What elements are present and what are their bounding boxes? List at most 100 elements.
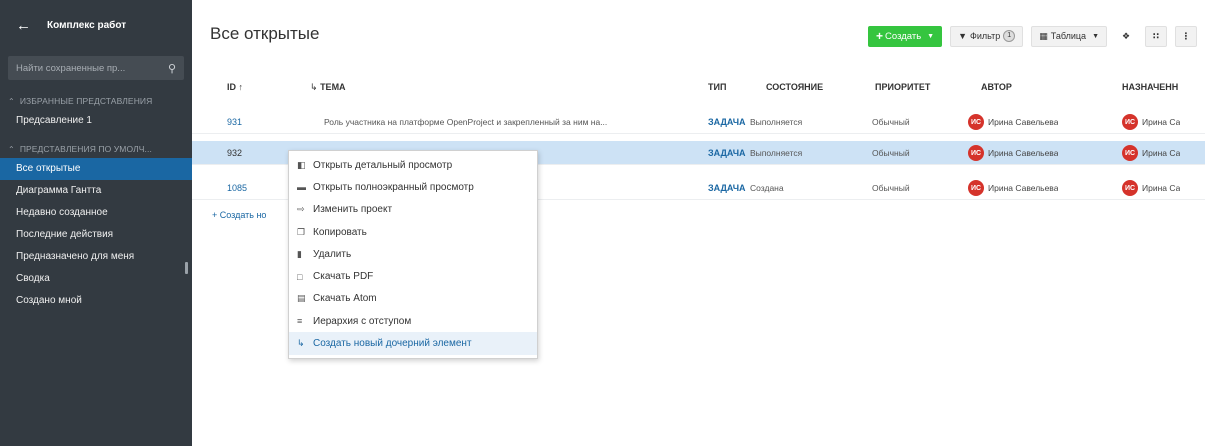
menu-item-label: Открыть полноэкранный просмотр bbox=[313, 181, 474, 193]
avatar: ИС bbox=[968, 180, 984, 196]
sidebar-item-all-open[interactable]: Все открытые bbox=[0, 158, 192, 180]
avatar: ИС bbox=[1122, 114, 1138, 130]
hierarchy-icon: ↳ bbox=[310, 82, 318, 92]
view-mode-button[interactable]: ▦ Таблица ▼ bbox=[1031, 25, 1107, 47]
indent-icon: ≡ bbox=[297, 316, 303, 327]
column-header-status[interactable]: Состояние bbox=[766, 82, 823, 92]
avatar: ИС bbox=[968, 114, 984, 130]
create-button[interactable]: + Создать ▼ bbox=[868, 25, 943, 47]
menu-item-add-child[interactable]: ↳ Создать новый дочерний элемент bbox=[289, 332, 537, 355]
row-assignee[interactable]: ИС Ирина Са bbox=[1122, 180, 1180, 196]
atom-file-icon: ▤ bbox=[297, 293, 306, 304]
column-id-label: ID bbox=[227, 82, 236, 92]
menu-item-label: Копировать bbox=[313, 226, 367, 238]
row-priority[interactable]: Обычный bbox=[872, 117, 910, 127]
menu-item-label: Удалить bbox=[313, 248, 352, 260]
menu-item-move-project[interactable]: ⇨ Изменить проект bbox=[289, 199, 537, 221]
menu-item-download-pdf[interactable]: □ Скачать PDF bbox=[289, 265, 537, 287]
move-icon: ⇨ bbox=[297, 204, 305, 215]
table-row[interactable]: 931 Роль участника на платформе OpenProj… bbox=[192, 110, 1205, 134]
column-header-subject[interactable]: ↳ Тема bbox=[310, 82, 346, 93]
filter-count-badge: 1 bbox=[1003, 30, 1016, 42]
menu-item-copy[interactable]: ❐ Копировать bbox=[289, 221, 537, 243]
row-id[interactable]: 932 bbox=[227, 148, 242, 158]
info-icon: ❖ bbox=[1121, 30, 1131, 41]
menu-item-open-fullscreen[interactable]: ▬ Открыть полноэкранный просмотр bbox=[289, 176, 537, 198]
menu-item-label: Иерархия с отступом bbox=[313, 315, 412, 327]
column-header-author[interactable]: Автор bbox=[981, 82, 1012, 92]
sidebar-resize-handle[interactable] bbox=[185, 262, 188, 274]
author-name: Ирина Савельева bbox=[988, 183, 1059, 193]
table-icon: ▦ bbox=[1039, 30, 1048, 41]
more-vertical-icon: ⋮ bbox=[1181, 30, 1191, 41]
sort-asc-icon: ↑ bbox=[238, 82, 244, 92]
filter-button[interactable]: ▼ Фильтр 1 bbox=[950, 25, 1024, 47]
row-priority[interactable]: Обычный bbox=[872, 183, 910, 193]
column-subject-label: Тема bbox=[320, 82, 346, 92]
search-placeholder: Найти сохраненные пр... bbox=[16, 62, 126, 74]
sidebar-item-assigned-to-me[interactable]: Предназначено для меня bbox=[0, 246, 192, 268]
split-view-icon: ◧ bbox=[297, 159, 306, 170]
trash-icon: ▮ bbox=[297, 248, 302, 259]
table-header: ID ↑ ↳ Тема Тип Состояние Приоритет Авто… bbox=[192, 76, 1205, 102]
column-header-id[interactable]: ID ↑ bbox=[227, 82, 243, 92]
favorites-section-toggle[interactable]: ⌃ Избранные представления bbox=[0, 90, 192, 110]
avatar: ИС bbox=[1122, 145, 1138, 161]
view-mode-label: Таблица bbox=[1050, 31, 1087, 41]
row-author[interactable]: ИС Ирина Савельева bbox=[968, 180, 1058, 196]
defaults-section-toggle[interactable]: ⌃ Представления по умолч... bbox=[0, 138, 192, 158]
row-author[interactable]: ИС Ирина Савельева bbox=[968, 114, 1058, 130]
row-status[interactable]: Выполняется bbox=[750, 148, 802, 158]
create-new-work-package-link[interactable]: + Создать но bbox=[212, 210, 266, 220]
sidebar-item-gantt[interactable]: Диаграмма Гантта bbox=[0, 180, 192, 202]
avatar: ИС bbox=[1122, 180, 1138, 196]
sidebar-item-recently-created[interactable]: Недавно созданное bbox=[0, 202, 192, 224]
more-menu-button[interactable]: ⋮ bbox=[1175, 25, 1197, 47]
column-header-type[interactable]: Тип bbox=[708, 82, 726, 92]
menu-item-open-details[interactable]: ◧ Открыть детальный просмотр bbox=[289, 154, 537, 176]
menu-item-label: Создать новый дочерний элемент bbox=[313, 338, 472, 350]
saved-views-search-input[interactable]: Найти сохраненные пр... ⚲ bbox=[8, 56, 184, 80]
chevron-up-icon: ⌃ bbox=[8, 145, 15, 154]
row-id[interactable]: 931 bbox=[227, 117, 242, 127]
info-button[interactable]: ❖ bbox=[1115, 26, 1137, 47]
fullscreen-button[interactable]: ∷ bbox=[1145, 25, 1167, 47]
row-status[interactable]: Создана bbox=[750, 183, 784, 193]
avatar: ИС bbox=[968, 145, 984, 161]
assignee-name: Ирина Са bbox=[1142, 117, 1181, 127]
menu-item-download-atom[interactable]: ▤ Скачать Atom bbox=[289, 288, 537, 310]
row-author[interactable]: ИС Ирина Савельева bbox=[968, 145, 1058, 161]
menu-item-indent-hierarchy[interactable]: ≡ Иерархия с отступом bbox=[289, 310, 537, 332]
sidebar: ← Комплекс работ Найти сохраненные пр...… bbox=[0, 0, 192, 446]
sidebar-item-created-by-me[interactable]: Создано мной bbox=[0, 290, 192, 312]
sidebar-item-summary[interactable]: Сводка bbox=[0, 268, 192, 290]
assignee-name: Ирина Са bbox=[1142, 183, 1181, 193]
column-header-assignee[interactable]: Назначенн bbox=[1122, 82, 1178, 92]
row-type: Задача bbox=[708, 183, 746, 193]
sidebar-title: Комплекс работ bbox=[47, 19, 127, 31]
sidebar-header[interactable]: ← Комплекс работ bbox=[0, 0, 192, 50]
favorites-section-label: Избранные представления bbox=[19, 96, 153, 106]
sidebar-item-view-1[interactable]: Предсавление 1 bbox=[0, 110, 192, 132]
caret-down-icon: ▼ bbox=[1092, 32, 1099, 40]
row-status[interactable]: Выполняется bbox=[750, 117, 802, 127]
author-name: Ирина Савельева bbox=[988, 117, 1059, 127]
sidebar-item-latest-activity[interactable]: Последние действия bbox=[0, 224, 192, 246]
search-icon[interactable]: ⚲ bbox=[168, 62, 176, 75]
plus-icon: + bbox=[876, 29, 884, 43]
row-subject[interactable]: Роль участника на платформе OpenProject … bbox=[324, 117, 694, 127]
back-arrow-icon[interactable]: ← bbox=[16, 17, 31, 34]
menu-item-delete[interactable]: ▮ Удалить bbox=[289, 243, 537, 265]
fullscreen-icon: ∷ bbox=[1152, 30, 1160, 41]
row-type: Задача bbox=[708, 148, 746, 158]
fullscreen-view-icon: ▬ bbox=[297, 182, 306, 193]
menu-item-label: Изменить проект bbox=[313, 204, 393, 216]
row-priority[interactable]: Обычный bbox=[872, 148, 910, 158]
column-header-priority[interactable]: Приоритет bbox=[875, 82, 930, 92]
row-assignee[interactable]: ИС Ирина Са bbox=[1122, 114, 1180, 130]
menu-item-label: Скачать PDF bbox=[313, 271, 374, 283]
row-assignee[interactable]: ИС Ирина Са bbox=[1122, 145, 1180, 161]
menu-item-label: Скачать Atom bbox=[313, 293, 377, 305]
row-id[interactable]: 1085 bbox=[227, 183, 247, 193]
assignee-name: Ирина Са bbox=[1142, 148, 1181, 158]
